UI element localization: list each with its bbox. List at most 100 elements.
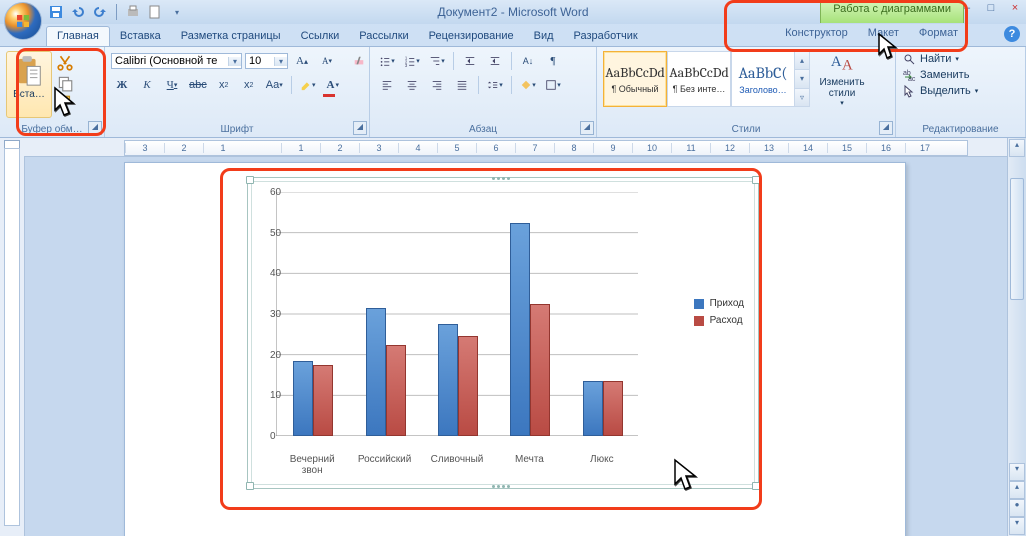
underline-button[interactable]: Ч ▾ — [161, 75, 183, 95]
chart-x-labels: Вечерний звонРоссийскийСливочныйМечтаЛюк… — [276, 454, 638, 476]
document-page[interactable]: 0102030405060 Вечерний звонРоссийскийСли… — [124, 162, 906, 536]
clipboard-launcher[interactable]: ◢ — [88, 121, 102, 135]
tab-developer[interactable]: Разработчик — [564, 27, 648, 46]
group-label: Шрифт — [105, 124, 369, 135]
format-painter-icon[interactable] — [56, 95, 74, 111]
group-clipboard: Вста… Буфер обм… ◢ — [0, 47, 105, 137]
minimize-button[interactable]: – — [960, 2, 974, 14]
tab-layout[interactable]: Макет — [858, 24, 909, 43]
vertical-ruler[interactable] — [0, 138, 25, 536]
vertical-scrollbar[interactable]: ▴ ▾ ▴ ● ▾ — [1007, 138, 1026, 536]
tab-references[interactable]: Ссылки — [291, 27, 350, 46]
change-styles-button[interactable]: AA Изменить стили▾ — [814, 51, 870, 107]
show-marks-button[interactable]: ¶ — [542, 51, 564, 71]
line-spacing-button[interactable]: ▾ — [484, 75, 506, 95]
group-font: ▾ ▾ A▴ A▾ Ж К Ч ▾ abc x2 x2 Aa▾ ▾ — [105, 47, 370, 137]
svg-text:3: 3 — [405, 63, 408, 67]
group-label: Абзац — [370, 124, 596, 135]
tab-format[interactable]: Формат — [909, 24, 968, 43]
chevron-down-icon[interactable]: ▾ — [274, 57, 287, 66]
title-bar: ▾ Документ2 - Microsoft Word Работа с ди… — [0, 0, 1026, 24]
ribbon: Вста… Буфер обм… ◢ ▾ ▾ A▴ A▾ — [0, 46, 1026, 138]
paste-label: Вста… — [13, 89, 45, 100]
horizontal-ruler[interactable]: 3211234567891011121314151617 — [24, 138, 1008, 157]
scroll-down-icon[interactable]: ▾ — [1009, 463, 1025, 481]
ribbon-tabs: Главная Вставка Разметка страницы Ссылки… — [46, 24, 1026, 46]
sort-button[interactable]: А↓ — [517, 51, 539, 71]
style-heading1[interactable]: AaBbC( Заголово… — [731, 51, 795, 107]
font-launcher[interactable]: ◢ — [353, 121, 367, 135]
font-color-button[interactable]: A▾ — [322, 75, 344, 95]
subscript-button[interactable]: x2 — [213, 75, 235, 95]
undo-icon[interactable] — [70, 4, 86, 20]
italic-button[interactable]: К — [136, 75, 158, 95]
find-button[interactable]: Найти ▾ — [902, 52, 1019, 66]
align-left-button[interactable] — [376, 75, 398, 95]
office-button[interactable] — [4, 2, 42, 40]
paste-button[interactable]: Вста… — [6, 51, 52, 118]
page-viewport[interactable]: 0102030405060 Вечерний звонРоссийскийСли… — [24, 156, 1008, 536]
align-right-button[interactable] — [426, 75, 448, 95]
close-button[interactable]: × — [1008, 2, 1022, 14]
font-size-input[interactable] — [246, 54, 274, 68]
borders-button[interactable]: ▾ — [542, 75, 564, 95]
new-doc-icon[interactable] — [147, 4, 163, 20]
styles-gallery[interactable]: AaBbCcDd ¶ Обычный AaBbCcDd ¶ Без инте… … — [603, 51, 810, 107]
tab-mailings[interactable]: Рассылки — [349, 27, 418, 46]
style-normal[interactable]: AaBbCcDd ¶ Обычный — [603, 51, 667, 107]
highlight-button[interactable]: ▾ — [297, 75, 319, 95]
superscript-button[interactable]: x2 — [238, 75, 260, 95]
chevron-down-icon[interactable]: ▾ — [228, 57, 241, 66]
scroll-up-icon[interactable]: ▴ — [1009, 139, 1025, 157]
select-button[interactable]: Выделить ▾ — [902, 84, 1019, 98]
font-name-combo[interactable]: ▾ — [111, 53, 242, 69]
align-center-button[interactable] — [401, 75, 423, 95]
styles-launcher[interactable]: ◢ — [879, 121, 893, 135]
numbering-button[interactable]: 123▾ — [401, 51, 423, 71]
justify-button[interactable] — [451, 75, 473, 95]
qat-more-icon[interactable]: ▾ — [169, 4, 185, 20]
change-case-button[interactable]: Aa▾ — [263, 75, 286, 95]
chart-legend[interactable]: Приход Расход — [694, 298, 744, 332]
paragraph-launcher[interactable]: ◢ — [580, 121, 594, 135]
shading-button[interactable]: ▾ — [517, 75, 539, 95]
window-controls: – □ × — [960, 2, 1022, 14]
style-no-spacing[interactable]: AaBbCcDd ¶ Без инте… — [667, 51, 731, 107]
clear-format-icon[interactable] — [348, 51, 370, 71]
legend-item: Расход — [710, 315, 743, 326]
bullets-button[interactable]: ▾ — [376, 51, 398, 71]
indent-inc-button[interactable] — [484, 51, 506, 71]
bold-button[interactable]: Ж — [111, 75, 133, 95]
font-size-combo[interactable]: ▾ — [245, 53, 288, 69]
strike-button[interactable]: abc — [186, 75, 210, 95]
chart-plot-area[interactable]: 0102030405060 — [276, 192, 638, 436]
print-preview-icon[interactable] — [125, 4, 141, 20]
group-editing: Найти ▾ abacЗаменить Выделить ▾ Редактир… — [896, 47, 1026, 137]
save-icon[interactable] — [48, 4, 64, 20]
tab-view[interactable]: Вид — [524, 27, 564, 46]
scrollbar-thumb[interactable] — [1010, 178, 1024, 300]
chart-object[interactable]: 0102030405060 Вечерний звонРоссийскийСли… — [247, 177, 759, 489]
browse-object-icon[interactable]: ● — [1009, 499, 1025, 517]
help-icon[interactable]: ? — [1004, 26, 1020, 42]
replace-button[interactable]: abacЗаменить — [902, 68, 1019, 82]
copy-icon[interactable] — [56, 75, 74, 91]
next-page-icon[interactable]: ▾ — [1009, 517, 1025, 535]
indent-dec-button[interactable] — [459, 51, 481, 71]
styles-gallery-scroll[interactable]: ▴▾▿ — [795, 51, 810, 107]
prev-page-icon[interactable]: ▴ — [1009, 481, 1025, 499]
maximize-button[interactable]: □ — [984, 2, 998, 14]
font-name-input[interactable] — [112, 54, 228, 68]
tab-design[interactable]: Конструктор — [775, 24, 858, 43]
tab-home[interactable]: Главная — [46, 26, 110, 46]
tab-page-layout[interactable]: Разметка страницы — [171, 27, 291, 46]
svg-text:A: A — [831, 54, 842, 70]
shrink-font-icon[interactable]: A▾ — [316, 51, 338, 71]
svg-text:ac: ac — [908, 76, 916, 82]
multilevel-button[interactable]: ▾ — [426, 51, 448, 71]
redo-icon[interactable] — [92, 4, 108, 20]
grow-font-icon[interactable]: A▴ — [291, 51, 313, 71]
tab-review[interactable]: Рецензирование — [419, 27, 524, 46]
cut-icon[interactable] — [56, 55, 74, 71]
tab-insert[interactable]: Вставка — [110, 27, 171, 46]
